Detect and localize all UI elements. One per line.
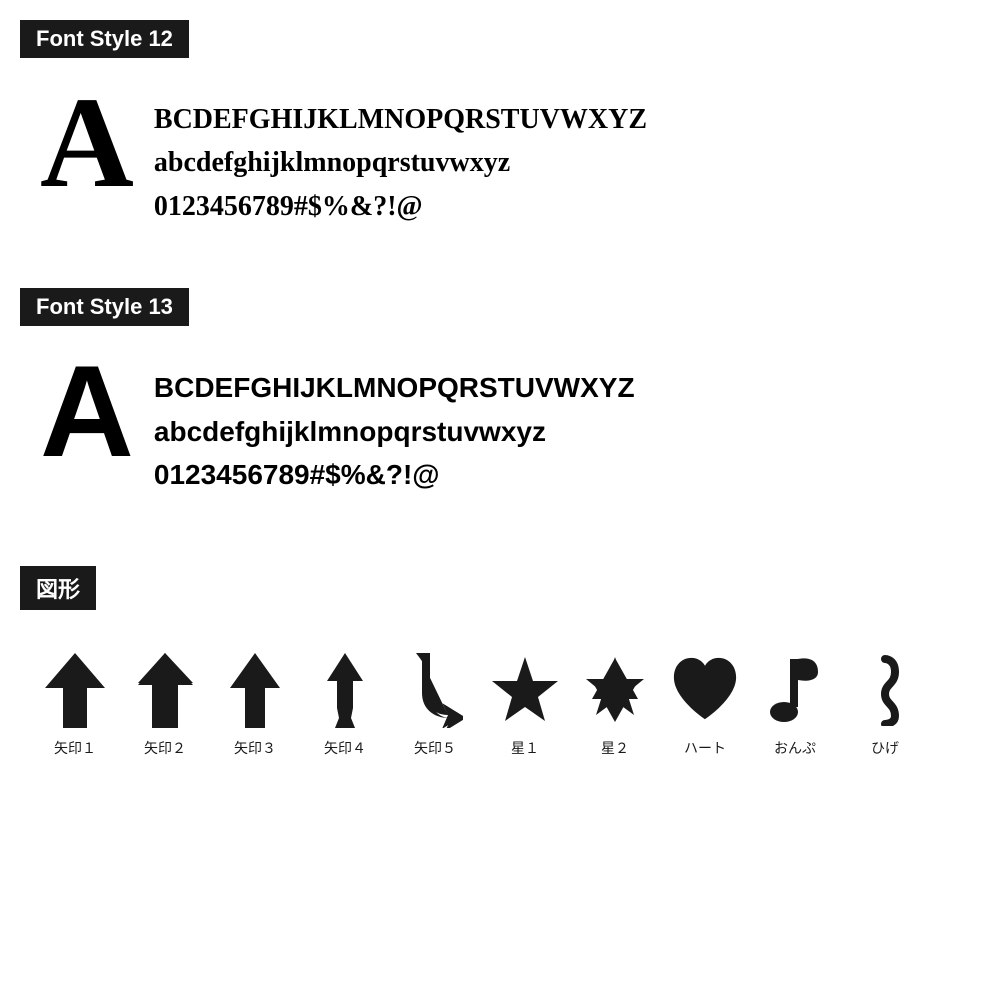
figure-item-heart: ハート xyxy=(660,650,750,758)
font-demo-13: A BCDEFGHIJKLMNOPQRSTUVWXYZ abcdefghijkl… xyxy=(20,346,980,516)
arrow2-icon xyxy=(130,650,200,730)
figure-item-arrow4: 矢印４ xyxy=(300,650,390,758)
line2-12: abcdefghijklmnopqrstuvwxyz xyxy=(154,141,647,184)
figures-header: 図形 xyxy=(20,566,96,610)
arrow2-label: 矢印２ xyxy=(144,738,186,758)
arrow1-label: 矢印１ xyxy=(54,738,96,758)
arrow5-label: 矢印５ xyxy=(414,738,456,758)
font-demo-12: A BCDEFGHIJKLMNOPQRSTUVWXYZ abcdefghijkl… xyxy=(20,78,980,248)
line1-13: BCDEFGHIJKLMNOPQRSTUVWXYZ xyxy=(154,366,635,409)
star2-label: 星２ xyxy=(601,738,629,758)
figure-item-arrow3: 矢印３ xyxy=(210,650,300,758)
mustache-label: ひげ xyxy=(871,738,899,758)
line3-12: 0123456789#$%&?!@ xyxy=(154,185,647,228)
figure-item-star1: 星１ xyxy=(480,650,570,758)
figure-item-arrow5: 矢印５ xyxy=(390,650,480,758)
font-style-13-section: Font Style 13 A BCDEFGHIJKLMNOPQRSTUVWXY… xyxy=(20,288,980,516)
arrow1-icon xyxy=(40,650,110,730)
arrow3-icon xyxy=(220,650,290,730)
line2-13: abcdefghijklmnopqrstuvwxyz xyxy=(154,410,635,453)
mustache-icon xyxy=(850,650,920,730)
music-icon xyxy=(760,650,830,730)
heart-icon xyxy=(670,650,740,730)
arrow3-label: 矢印３ xyxy=(234,738,276,758)
alphabet-lines-13: BCDEFGHIJKLMNOPQRSTUVWXYZ abcdefghijklmn… xyxy=(154,356,635,496)
line3-13: 0123456789#$%&?!@ xyxy=(154,453,635,496)
big-letter-13: A xyxy=(40,346,134,476)
heart-label: ハート xyxy=(684,738,726,758)
figure-item-arrow1: 矢印１ xyxy=(30,650,120,758)
figures-grid: 矢印１ 矢印２ xyxy=(20,630,980,768)
page: Font Style 12 A BCDEFGHIJKLMNOPQRSTUVWXY… xyxy=(0,0,1000,818)
alphabet-lines-12: BCDEFGHIJKLMNOPQRSTUVWXYZ abcdefghijklmn… xyxy=(154,88,647,228)
arrow4-label: 矢印４ xyxy=(324,738,366,758)
star1-icon xyxy=(490,650,560,730)
star1-label: 星１ xyxy=(511,738,539,758)
figure-item-mustache: ひげ xyxy=(840,650,930,758)
font-style-12-section: Font Style 12 A BCDEFGHIJKLMNOPQRSTUVWXY… xyxy=(20,20,980,248)
big-letter-12: A xyxy=(40,78,134,208)
line1-12: BCDEFGHIJKLMNOPQRSTUVWXYZ xyxy=(154,98,647,141)
figure-item-arrow2: 矢印２ xyxy=(120,650,210,758)
star2-icon xyxy=(580,650,650,730)
music-label: おんぷ xyxy=(774,738,816,758)
arrow4-icon xyxy=(310,650,380,730)
figure-item-music: おんぷ xyxy=(750,650,840,758)
arrow5-icon xyxy=(400,650,470,730)
font-style-12-header: Font Style 12 xyxy=(20,20,189,58)
font-style-13-header: Font Style 13 xyxy=(20,288,189,326)
figures-section: 図形 矢印１ xyxy=(20,566,980,768)
figure-item-star2: 星２ xyxy=(570,650,660,758)
